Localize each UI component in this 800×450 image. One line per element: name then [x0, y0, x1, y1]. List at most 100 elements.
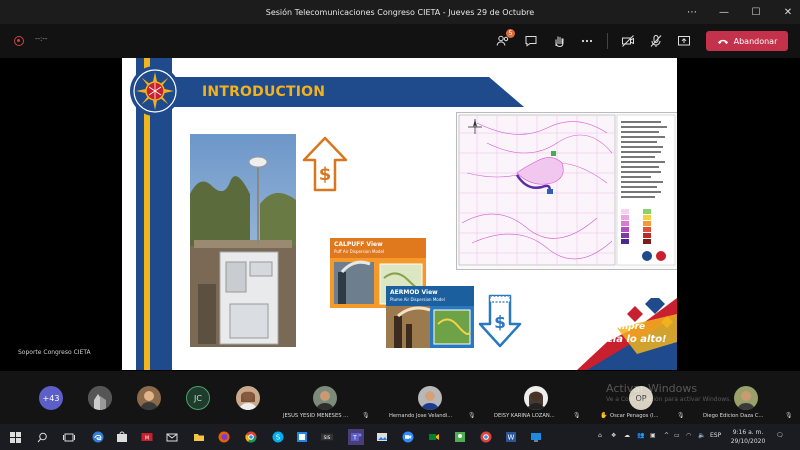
taskbar-app-edge[interactable] [92, 431, 104, 443]
taskbar-app-maps[interactable] [454, 431, 466, 443]
taskbar-app-chrome2[interactable] [480, 431, 492, 443]
more-options-icon[interactable]: ⋯ [686, 7, 698, 18]
share-button[interactable] [676, 33, 692, 49]
svg-text:$: $ [319, 164, 332, 185]
slogan-corner: ¡Siempre hacia lo alto! [547, 294, 677, 370]
mic-muted-icon: 🎙 [785, 412, 793, 419]
participant-avatar[interactable] [236, 386, 260, 410]
chat-icon [525, 36, 537, 47]
taskbar-app-notes[interactable] [296, 431, 308, 443]
participant-gallery: +43 JC JESUS YESID MENESES ... 🎙 Hernand… [0, 371, 800, 424]
language-indicator[interactable]: ESP [710, 432, 721, 439]
taskbar-app-screen[interactable] [530, 431, 542, 443]
calpuff-subtitle: Puff Air Dispersion Model [334, 249, 385, 254]
people-icon[interactable]: 👥 [637, 432, 644, 439]
participants-badge: 5 [506, 29, 515, 38]
zoom-icon [402, 431, 414, 443]
participant-name: DEISY KARINA LOZAN... [494, 413, 555, 419]
taskbar-app-explorer[interactable] [193, 431, 205, 443]
participant-avatar-hernando[interactable] [418, 386, 442, 410]
taskbar-app-store[interactable] [116, 431, 128, 443]
slogan-line1: ¡Siempre [599, 322, 646, 332]
dropbox-icon[interactable]: ❖ [611, 432, 616, 439]
presenter-caption: Soporte Congreso CIETA [18, 349, 91, 356]
monitoring-station-photo [190, 134, 296, 347]
taskbar-app-zoom[interactable] [402, 431, 414, 443]
taskbar-app-teams[interactable]: T [348, 429, 364, 445]
battery-icon[interactable]: ▭ [674, 432, 680, 439]
windows-taskbar: M S SIS T W ⌂ ❖ ☁ 👥 ▣ ^ ▭ ◠ 🔈 ESP 9:16 a… [0, 424, 800, 450]
photos-icon [377, 433, 387, 441]
mic-muted-icon: 🎙 [677, 412, 685, 419]
network-icon[interactable]: ⌂ [598, 432, 602, 439]
store-icon [117, 431, 127, 442]
minimize-button[interactable]: — [718, 7, 730, 18]
share-screen-icon [678, 36, 690, 46]
cloud-icon[interactable]: ☁ [624, 432, 630, 439]
teams-icon: T [351, 433, 362, 442]
window-controls: ⋯ — ☐ ✕ [686, 0, 794, 24]
tray-app-icon[interactable]: ▣ [650, 432, 656, 439]
participant-avatar-deisy[interactable] [524, 386, 548, 410]
meeting-timer: --:-- [35, 35, 48, 43]
chrome-icon [245, 431, 257, 443]
participant-avatar-diego[interactable] [734, 386, 758, 410]
hand-icon [555, 36, 564, 48]
taskbar-app-skype[interactable]: S [272, 431, 284, 443]
close-button[interactable]: ✕ [782, 7, 794, 18]
toolbar-divider [607, 33, 608, 49]
taskbar-app-chrome[interactable] [245, 431, 257, 443]
participant-avatar-jc[interactable]: JC [186, 386, 210, 410]
leave-button[interactable]: Abandonar [706, 31, 788, 51]
participant-avatar[interactable] [88, 386, 112, 410]
svg-text:M: M [145, 436, 149, 442]
tray-expand-icon[interactable]: ^ [664, 432, 669, 439]
search-button[interactable] [36, 431, 48, 443]
participant-name: JESUS YESID MENESES ... [283, 413, 349, 419]
mic-muted-icon: 🎙 [362, 412, 370, 419]
participants-button[interactable]: 5 [495, 29, 515, 49]
taskbar-app-firefox[interactable] [218, 431, 230, 443]
camera-off-icon [622, 35, 634, 47]
aermod-title: AERMOD View [390, 289, 438, 296]
participant-avatar[interactable] [137, 386, 161, 410]
taskbar-app-sis[interactable]: SIS [321, 431, 333, 443]
mic-toggle-button[interactable] [648, 33, 664, 49]
meeting-toolbar: --:-- 5 Abandonar [0, 24, 800, 58]
taskbar-app-meet[interactable] [428, 431, 440, 443]
shared-slide: INTRODUCTION $ CALPUFF View Puff Air Dis… [122, 58, 677, 370]
meeting-controls: 5 [495, 29, 692, 53]
windows-logo-icon [9, 431, 21, 443]
taskbar-app-mail[interactable] [166, 431, 178, 443]
svg-text:S: S [276, 434, 281, 442]
teams-meeting-window: Sesión Telecomunicaciones Congreso CIETA… [0, 0, 800, 450]
maximize-button[interactable]: ☐ [750, 7, 762, 18]
search-icon [37, 432, 47, 442]
more-participants-badge[interactable]: +43 [39, 386, 63, 410]
aermod-view-thumbnail: AERMOD View Plume Air Dispersion Model [386, 286, 474, 348]
more-actions-button[interactable] [579, 33, 595, 49]
wifi-icon[interactable]: ◠ [686, 432, 691, 439]
taskbar-clock[interactable]: 9:16 a. m. 29/10/2020 [728, 428, 768, 446]
task-view-button[interactable] [63, 431, 75, 443]
taskbar-app-photos[interactable] [376, 431, 388, 443]
sis-icon: SIS [321, 433, 333, 441]
activation-watermark-title: Activar Windows [606, 382, 698, 395]
mail-icon [166, 433, 178, 442]
university-seal-icon [133, 69, 177, 113]
svg-text:W: W [508, 434, 515, 442]
title-bar: Sesión Telecomunicaciones Congreso CIETA… [0, 0, 800, 24]
chat-button[interactable] [523, 33, 539, 49]
clock-time: 9:16 a. m. [732, 429, 764, 436]
university-logo [130, 66, 180, 116]
raise-hand-button[interactable] [551, 33, 567, 49]
slogan-line2: hacia lo alto! [593, 334, 667, 345]
start-button[interactable] [9, 431, 21, 443]
taskbar-app-word[interactable]: W [505, 431, 517, 443]
edge-icon [92, 431, 104, 443]
camera-toggle-button[interactable] [620, 33, 636, 49]
participant-avatar-jesus[interactable] [313, 386, 337, 410]
volume-icon[interactable]: 🔈 [698, 432, 705, 439]
taskbar-app-red[interactable]: M [141, 431, 153, 443]
notifications-icon[interactable]: 🗨 [776, 432, 784, 439]
